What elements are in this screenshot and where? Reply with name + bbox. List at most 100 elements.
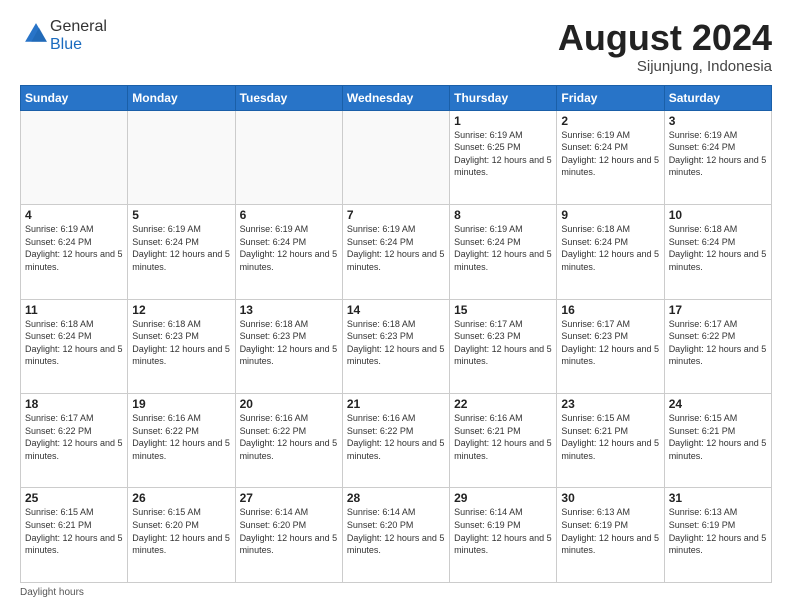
calendar-day-cell: 23Sunrise: 6:15 AMSunset: 6:21 PMDayligh… — [557, 394, 664, 488]
calendar-day-cell: 3Sunrise: 6:19 AMSunset: 6:24 PMDaylight… — [664, 110, 771, 204]
calendar-day-cell: 26Sunrise: 6:15 AMSunset: 6:20 PMDayligh… — [128, 488, 235, 583]
calendar-day-cell: 7Sunrise: 6:19 AMSunset: 6:24 PMDaylight… — [342, 205, 449, 299]
day-number: 17 — [669, 303, 767, 317]
day-number: 4 — [25, 208, 123, 222]
day-info: Sunrise: 6:19 AMSunset: 6:24 PMDaylight:… — [25, 223, 123, 273]
calendar-day-header: Wednesday — [342, 85, 449, 110]
day-number: 18 — [25, 397, 123, 411]
day-info: Sunrise: 6:17 AMSunset: 6:22 PMDaylight:… — [669, 318, 767, 368]
day-info: Sunrise: 6:19 AMSunset: 6:24 PMDaylight:… — [240, 223, 338, 273]
day-number: 3 — [669, 114, 767, 128]
day-info: Sunrise: 6:18 AMSunset: 6:24 PMDaylight:… — [561, 223, 659, 273]
logo-general: General — [50, 18, 107, 35]
calendar-day-cell: 5Sunrise: 6:19 AMSunset: 6:24 PMDaylight… — [128, 205, 235, 299]
day-info: Sunrise: 6:17 AMSunset: 6:23 PMDaylight:… — [561, 318, 659, 368]
footer-note: Daylight hours — [20, 587, 772, 598]
calendar-table: SundayMondayTuesdayWednesdayThursdayFrid… — [20, 85, 772, 583]
calendar-day-cell: 9Sunrise: 6:18 AMSunset: 6:24 PMDaylight… — [557, 205, 664, 299]
calendar-day-header: Tuesday — [235, 85, 342, 110]
day-info: Sunrise: 6:17 AMSunset: 6:22 PMDaylight:… — [25, 412, 123, 462]
day-info: Sunrise: 6:13 AMSunset: 6:19 PMDaylight:… — [561, 506, 659, 556]
calendar-day-cell: 19Sunrise: 6:16 AMSunset: 6:22 PMDayligh… — [128, 394, 235, 488]
calendar-day-header: Sunday — [21, 85, 128, 110]
day-number: 11 — [25, 303, 123, 317]
calendar-week-row: 11Sunrise: 6:18 AMSunset: 6:24 PMDayligh… — [21, 299, 772, 393]
header: General Blue August 2024 Sijunjung, Indo… — [20, 18, 772, 75]
calendar-day-cell — [235, 110, 342, 204]
day-number: 19 — [132, 397, 230, 411]
calendar-week-row: 25Sunrise: 6:15 AMSunset: 6:21 PMDayligh… — [21, 488, 772, 583]
day-info: Sunrise: 6:18 AMSunset: 6:23 PMDaylight:… — [132, 318, 230, 368]
calendar-header-row: SundayMondayTuesdayWednesdayThursdayFrid… — [21, 85, 772, 110]
calendar-day-cell: 10Sunrise: 6:18 AMSunset: 6:24 PMDayligh… — [664, 205, 771, 299]
calendar-day-cell: 8Sunrise: 6:19 AMSunset: 6:24 PMDaylight… — [450, 205, 557, 299]
day-number: 24 — [669, 397, 767, 411]
day-info: Sunrise: 6:18 AMSunset: 6:23 PMDaylight:… — [347, 318, 445, 368]
calendar-day-cell: 27Sunrise: 6:14 AMSunset: 6:20 PMDayligh… — [235, 488, 342, 583]
day-info: Sunrise: 6:16 AMSunset: 6:22 PMDaylight:… — [347, 412, 445, 462]
calendar-day-cell: 1Sunrise: 6:19 AMSunset: 6:25 PMDaylight… — [450, 110, 557, 204]
day-number: 21 — [347, 397, 445, 411]
day-number: 27 — [240, 491, 338, 505]
calendar-day-cell: 28Sunrise: 6:14 AMSunset: 6:20 PMDayligh… — [342, 488, 449, 583]
day-number: 14 — [347, 303, 445, 317]
day-number: 5 — [132, 208, 230, 222]
day-number: 8 — [454, 208, 552, 222]
logo: General Blue — [20, 18, 107, 54]
calendar-day-cell: 29Sunrise: 6:14 AMSunset: 6:19 PMDayligh… — [450, 488, 557, 583]
calendar-week-row: 1Sunrise: 6:19 AMSunset: 6:25 PMDaylight… — [21, 110, 772, 204]
day-number: 30 — [561, 491, 659, 505]
day-info: Sunrise: 6:15 AMSunset: 6:21 PMDaylight:… — [669, 412, 767, 462]
calendar-day-cell: 6Sunrise: 6:19 AMSunset: 6:24 PMDaylight… — [235, 205, 342, 299]
calendar-day-cell — [128, 110, 235, 204]
day-info: Sunrise: 6:14 AMSunset: 6:19 PMDaylight:… — [454, 506, 552, 556]
day-info: Sunrise: 6:19 AMSunset: 6:24 PMDaylight:… — [347, 223, 445, 273]
day-number: 9 — [561, 208, 659, 222]
day-info: Sunrise: 6:19 AMSunset: 6:24 PMDaylight:… — [669, 129, 767, 179]
calendar-day-cell: 22Sunrise: 6:16 AMSunset: 6:21 PMDayligh… — [450, 394, 557, 488]
day-info: Sunrise: 6:19 AMSunset: 6:24 PMDaylight:… — [561, 129, 659, 179]
calendar-day-cell: 12Sunrise: 6:18 AMSunset: 6:23 PMDayligh… — [128, 299, 235, 393]
calendar-day-cell: 18Sunrise: 6:17 AMSunset: 6:22 PMDayligh… — [21, 394, 128, 488]
day-number: 31 — [669, 491, 767, 505]
day-info: Sunrise: 6:16 AMSunset: 6:22 PMDaylight:… — [240, 412, 338, 462]
day-info: Sunrise: 6:16 AMSunset: 6:22 PMDaylight:… — [132, 412, 230, 462]
logo-icon — [22, 20, 50, 48]
day-info: Sunrise: 6:15 AMSunset: 6:20 PMDaylight:… — [132, 506, 230, 556]
day-number: 2 — [561, 114, 659, 128]
calendar-week-row: 4Sunrise: 6:19 AMSunset: 6:24 PMDaylight… — [21, 205, 772, 299]
day-number: 1 — [454, 114, 552, 128]
day-number: 13 — [240, 303, 338, 317]
day-info: Sunrise: 6:19 AMSunset: 6:24 PMDaylight:… — [132, 223, 230, 273]
day-number: 25 — [25, 491, 123, 505]
calendar-week-row: 18Sunrise: 6:17 AMSunset: 6:22 PMDayligh… — [21, 394, 772, 488]
calendar-day-cell: 4Sunrise: 6:19 AMSunset: 6:24 PMDaylight… — [21, 205, 128, 299]
day-number: 29 — [454, 491, 552, 505]
calendar-day-cell: 31Sunrise: 6:13 AMSunset: 6:19 PMDayligh… — [664, 488, 771, 583]
calendar-day-header: Friday — [557, 85, 664, 110]
calendar-day-cell — [21, 110, 128, 204]
calendar-day-cell: 30Sunrise: 6:13 AMSunset: 6:19 PMDayligh… — [557, 488, 664, 583]
day-info: Sunrise: 6:13 AMSunset: 6:19 PMDaylight:… — [669, 506, 767, 556]
calendar-day-cell: 13Sunrise: 6:18 AMSunset: 6:23 PMDayligh… — [235, 299, 342, 393]
day-info: Sunrise: 6:14 AMSunset: 6:20 PMDaylight:… — [240, 506, 338, 556]
calendar-day-cell: 24Sunrise: 6:15 AMSunset: 6:21 PMDayligh… — [664, 394, 771, 488]
location-subtitle: Sijunjung, Indonesia — [558, 58, 772, 75]
calendar-day-header: Thursday — [450, 85, 557, 110]
day-info: Sunrise: 6:15 AMSunset: 6:21 PMDaylight:… — [561, 412, 659, 462]
calendar-day-cell: 20Sunrise: 6:16 AMSunset: 6:22 PMDayligh… — [235, 394, 342, 488]
day-number: 20 — [240, 397, 338, 411]
day-number: 23 — [561, 397, 659, 411]
day-number: 28 — [347, 491, 445, 505]
day-number: 10 — [669, 208, 767, 222]
day-info: Sunrise: 6:18 AMSunset: 6:24 PMDaylight:… — [25, 318, 123, 368]
calendar-day-cell: 17Sunrise: 6:17 AMSunset: 6:22 PMDayligh… — [664, 299, 771, 393]
day-number: 7 — [347, 208, 445, 222]
day-number: 22 — [454, 397, 552, 411]
day-number: 15 — [454, 303, 552, 317]
calendar-day-cell: 11Sunrise: 6:18 AMSunset: 6:24 PMDayligh… — [21, 299, 128, 393]
calendar-day-cell: 21Sunrise: 6:16 AMSunset: 6:22 PMDayligh… — [342, 394, 449, 488]
calendar-day-cell: 15Sunrise: 6:17 AMSunset: 6:23 PMDayligh… — [450, 299, 557, 393]
day-number: 6 — [240, 208, 338, 222]
day-number: 26 — [132, 491, 230, 505]
